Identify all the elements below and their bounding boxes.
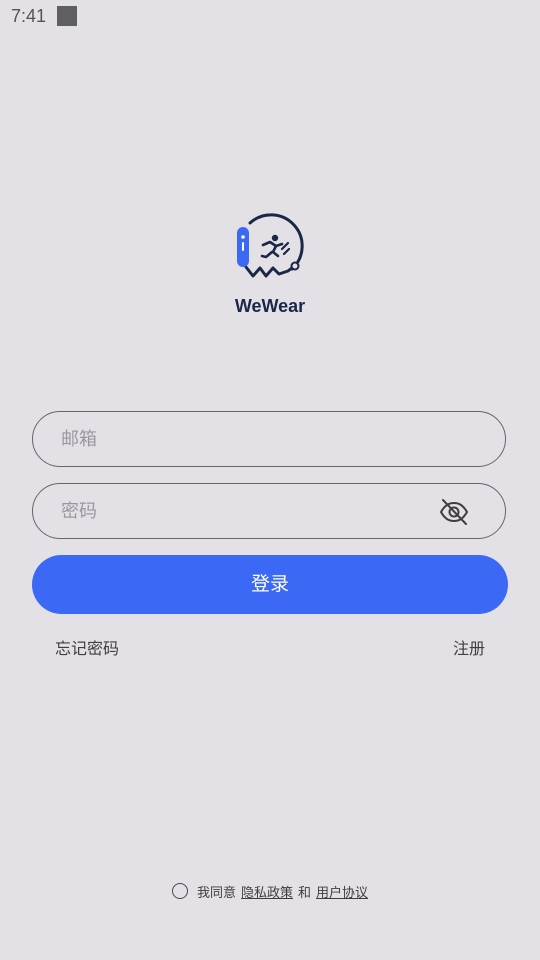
wewear-logo-icon	[232, 211, 308, 287]
agree-radio[interactable]	[172, 883, 188, 899]
notification-icon	[57, 6, 77, 26]
privacy-policy-link[interactable]: 隐私政策	[241, 882, 293, 901]
password-field[interactable]	[32, 483, 506, 539]
login-button[interactable]: 登录	[32, 555, 508, 614]
agreement-prefix: 我同意	[197, 885, 237, 901]
status-bar: 7:41	[0, 0, 540, 34]
forgot-password-link[interactable]: 忘记密码	[55, 635, 119, 659]
email-input[interactable]	[61, 412, 441, 466]
agreement-row: 我同意 隐私政策 和 用户协议	[172, 881, 368, 901]
status-time: 7:41	[11, 6, 47, 26]
agreement-conjunction: 和	[298, 885, 312, 901]
email-field[interactable]	[32, 411, 506, 467]
register-link[interactable]: 注册	[453, 635, 485, 659]
app-name: WeWear	[234, 296, 306, 316]
eye-off-icon[interactable]	[439, 498, 469, 526]
user-agreement-link[interactable]: 用户协议	[316, 882, 368, 901]
password-input[interactable]	[61, 484, 441, 538]
